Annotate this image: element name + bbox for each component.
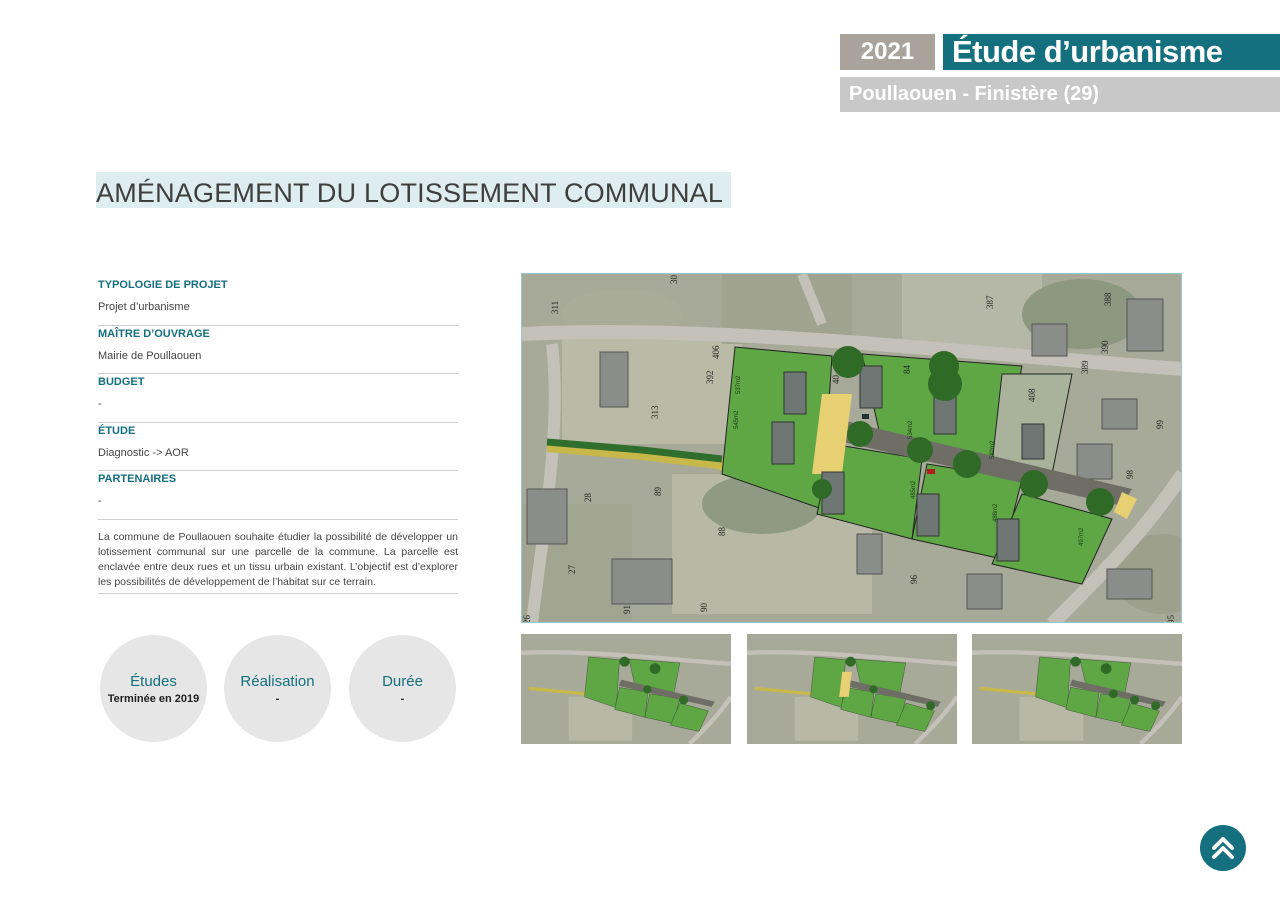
stat-studies: Études Terminée en 2019	[100, 635, 207, 742]
variant-thumbnail-3[interactable]	[972, 634, 1182, 744]
stat-title: Réalisation	[240, 672, 315, 690]
info-label: TYPOLOGIE DE PROJET	[98, 279, 228, 291]
info-value: -	[98, 398, 102, 410]
parcel-label: 99	[1155, 420, 1165, 430]
parcel-label: 84	[902, 365, 912, 375]
parcel-label: 390	[1100, 340, 1110, 354]
lot-area-label: 582m2	[990, 440, 996, 459]
stat-duration: Durée -	[349, 635, 456, 742]
double-chevron-up-icon	[1212, 837, 1234, 859]
scroll-top-button[interactable]	[1200, 825, 1246, 871]
lot-area-label: 485m2	[911, 480, 917, 499]
variant-plan-drawing	[521, 634, 731, 744]
info-study: ÉTUDE Diagnostic -> AOR	[98, 423, 458, 471]
info-typology: TYPOLOGIE DE PROJET Projet d’urbanisme	[98, 277, 458, 326]
parcel-label: 387	[985, 295, 995, 309]
site-plan-drawing: 311 30 387 388 389 390 406 392 313 84 40…	[522, 274, 1181, 624]
parcel-label: 40	[831, 375, 841, 385]
parcel-label: 389	[1080, 360, 1090, 374]
site-plan-image[interactable]: 311 30 387 388 389 390 406 392 313 84 40…	[521, 273, 1182, 623]
parcel-label: 95	[1166, 615, 1176, 624]
info-value: Projet d’urbanisme	[98, 301, 190, 313]
parcel-label: 30	[669, 275, 679, 285]
location-label: Poullaouen - Finistère (29)	[840, 77, 1280, 112]
info-label: ÉTUDE	[98, 424, 136, 437]
info-client: MAÎTRE D’OUVRAGE Mairie de Poullaouen	[98, 326, 458, 374]
project-info: TYPOLOGIE DE PROJET Projet d’urbanisme M…	[98, 277, 458, 594]
parcel-label: 311	[550, 301, 560, 314]
stat-value: -	[275, 692, 280, 705]
lot-area-label: 537m2	[736, 375, 742, 394]
lot-area-label: 488m2	[993, 503, 999, 522]
info-value: -	[98, 495, 102, 507]
parcel-label: 28	[583, 493, 593, 503]
stat-value: -	[400, 692, 405, 705]
parcel-label: 388	[1103, 292, 1113, 306]
stat-realisation: Réalisation -	[224, 635, 331, 742]
info-value: Mairie de Poullaouen	[98, 349, 202, 362]
parcel-label: 406	[711, 345, 721, 359]
parcel-label: 27	[567, 565, 577, 575]
parcel-label: 89	[653, 487, 663, 497]
parcel-label: 90	[699, 603, 709, 613]
year-badge: 2021	[840, 34, 935, 70]
parcel-label: 91	[622, 605, 632, 614]
parcel-label: 408	[1027, 388, 1037, 402]
variant-plan-drawing	[972, 634, 1182, 744]
page-title: AMÉNAGEMENT DU LOTISSEMENT COMMUNAL	[96, 178, 724, 208]
info-budget: BUDGET -	[98, 374, 458, 423]
parcel-label: 313	[650, 405, 660, 419]
stat-title: Durée	[382, 672, 423, 690]
variant-plan-drawing	[747, 634, 957, 744]
parcel-label: 392	[705, 371, 715, 385]
info-partners: PARTENAIRES -	[98, 471, 458, 520]
category-title: Étude d’urbanisme	[943, 34, 1280, 70]
parcel-label: 98	[1125, 470, 1135, 480]
lot-area-label: 545m2	[734, 410, 740, 429]
parcel-label: 88	[717, 527, 727, 537]
info-label: PARTENAIRES	[98, 473, 177, 485]
lot-area-label: 497m2	[1079, 527, 1085, 546]
parcel-label: 26	[522, 615, 532, 624]
project-description: La commune de Poullaouen souhaite étudie…	[98, 530, 458, 594]
variant-thumbnail-2[interactable]	[747, 634, 957, 744]
info-label: MAÎTRE D’OUVRAGE	[98, 327, 210, 340]
parcel-label: 96	[909, 575, 919, 585]
variant-thumbnail-1[interactable]	[521, 634, 731, 744]
stat-title: Études	[130, 672, 177, 690]
lot-area-label: 534m2	[908, 420, 914, 439]
info-value: Diagnostic -> AOR	[98, 446, 189, 459]
info-label: BUDGET	[98, 376, 145, 388]
stat-value: Terminée en 2019	[107, 692, 200, 705]
